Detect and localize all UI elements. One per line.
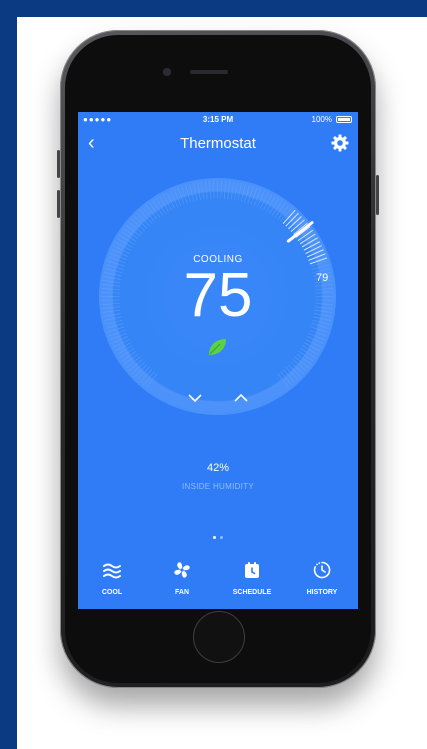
front-camera: [162, 67, 172, 77]
current-temperature: 79: [316, 272, 329, 284]
tab-schedule[interactable]: SCHEDULE: [222, 560, 282, 596]
app-screen: ●●●●● 3:15 PM 100% ‹ Thermostat COOLING: [78, 112, 358, 609]
temp-up-icon[interactable]: [233, 392, 249, 404]
humidity-label: INSIDE HUMIDITY: [181, 482, 255, 491]
volume-down-button: [57, 190, 60, 218]
target-temperature: 75: [183, 261, 253, 330]
page-indicator: [78, 536, 358, 542]
battery-percent: 100%: [311, 115, 332, 124]
temp-down-icon[interactable]: [187, 392, 203, 404]
tab-cool[interactable]: COOL: [82, 560, 142, 596]
tab-label: COOL: [101, 589, 123, 596]
tab-fan[interactable]: FAN: [152, 560, 212, 596]
status-bar: ●●●●● 3:15 PM 100%: [78, 112, 358, 128]
home-button[interactable]: [193, 611, 245, 663]
leaf-icon: [209, 339, 226, 355]
tab-bar: COOL FAN SCHEDULE HISTORY: [78, 554, 358, 609]
cool-waves-icon: [103, 563, 121, 579]
earpiece-speaker: [190, 70, 228, 74]
calendar-icon: [245, 562, 259, 578]
humidity-value: 42%: [206, 462, 230, 474]
fan-icon: [174, 562, 190, 578]
page-dot: [220, 536, 223, 539]
battery-icon: [336, 116, 352, 123]
page-dot-active: [213, 536, 216, 539]
navigation-bar: ‹ Thermostat: [78, 130, 358, 158]
page-title: Thermostat: [180, 135, 256, 152]
tab-label: FAN: [175, 589, 189, 596]
tab-label: HISTORY: [306, 589, 338, 596]
history-clock-icon: [313, 561, 331, 579]
tab-history[interactable]: HISTORY: [292, 560, 352, 596]
power-button: [376, 175, 379, 215]
tab-label: SCHEDULE: [232, 589, 272, 596]
gear-icon[interactable]: [330, 133, 350, 153]
volume-up-button: [57, 150, 60, 178]
